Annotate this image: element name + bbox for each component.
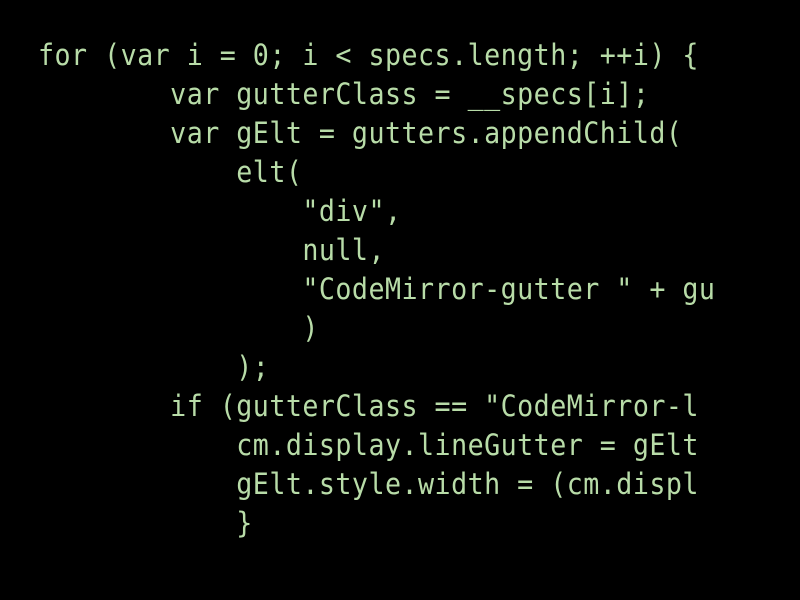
code-view: for (var i = 0; i < specs.length; ++i) {…	[38, 36, 715, 543]
code-line-5: "div",	[38, 194, 402, 228]
code-line-7: "CodeMirror-gutter " + gu	[38, 272, 716, 306]
code-line-3: var gElt = gutters.appendChild(	[38, 116, 683, 150]
code-line-1: for (var i = 0; i < specs.length; ++i) {	[38, 38, 699, 72]
code-line-10: if (gutterClass == "CodeMirror-l	[38, 389, 699, 423]
code-line-11: cm.display.lineGutter = gElt	[38, 428, 699, 462]
code-line-13: }	[38, 506, 253, 540]
code-line-6: null,	[38, 233, 385, 267]
code-line-9: );	[38, 350, 270, 384]
terminal-screen: for (var i = 0; i < specs.length; ++i) {…	[0, 0, 800, 600]
code-line-8: )	[38, 311, 319, 345]
code-line-2: var gutterClass = __specs[i];	[38, 77, 650, 111]
code-line-12: gElt.style.width = (cm.displ	[38, 467, 699, 501]
code-line-4: elt(	[38, 155, 303, 189]
